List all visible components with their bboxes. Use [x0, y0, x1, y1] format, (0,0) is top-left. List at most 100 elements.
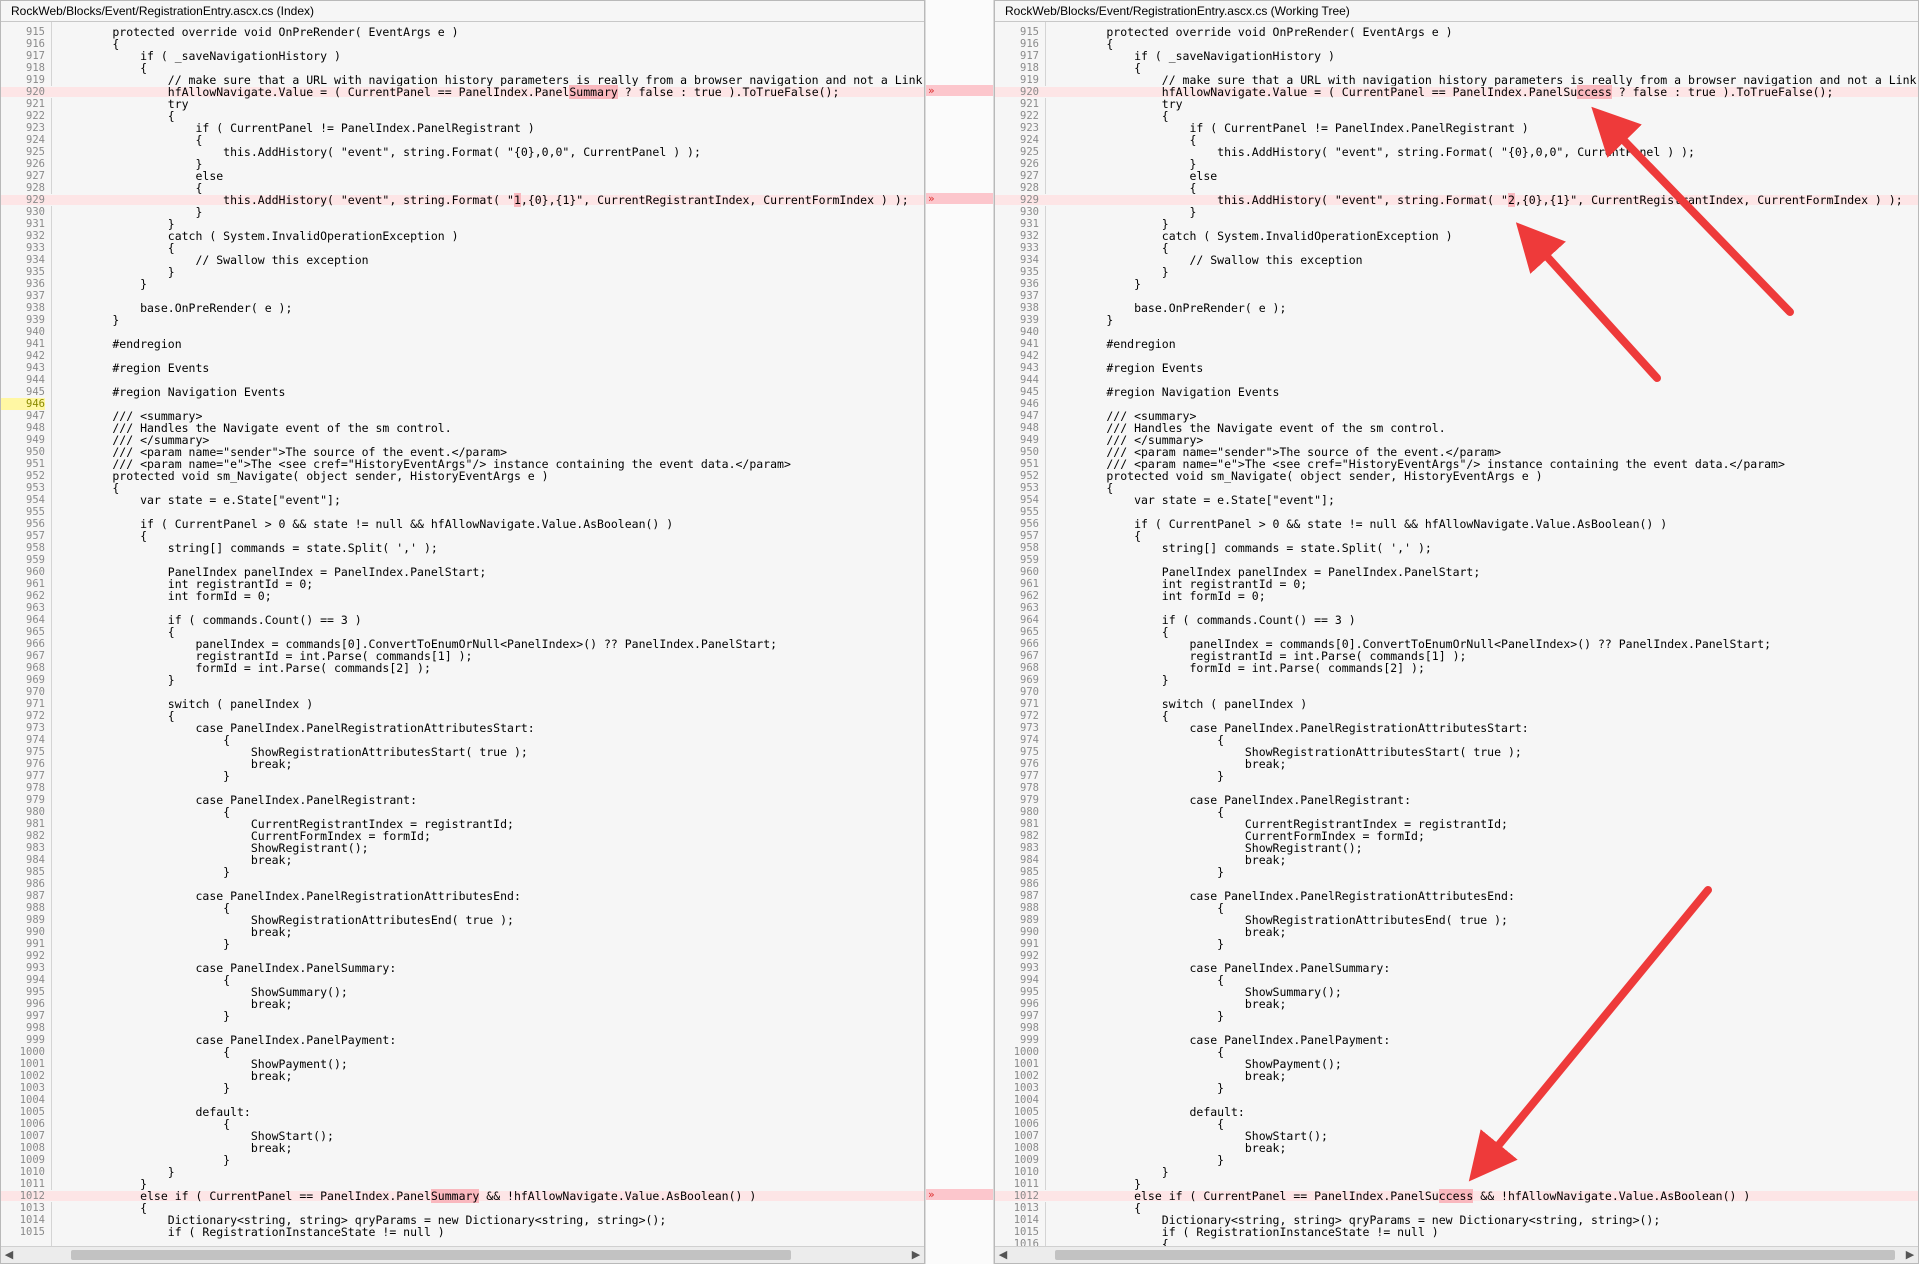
line-number: 935 — [1020, 266, 1039, 278]
line-number: 990 — [26, 926, 45, 938]
line-number: 988 — [26, 902, 45, 914]
line-number: 942 — [26, 350, 45, 362]
line-number: 923 — [1020, 122, 1039, 134]
code-text: #region Navigation Events — [1051, 385, 1280, 399]
code-line: 943 #region Events — [995, 362, 1918, 374]
line-number: 963 — [1020, 602, 1039, 614]
line-number: 945 — [26, 386, 45, 398]
line-number: 921 — [1020, 98, 1039, 110]
line-number: 988 — [1020, 902, 1039, 914]
scrollbar-thumb[interactable] — [1055, 1250, 1895, 1260]
line-number: 923 — [26, 122, 45, 134]
line-number: 940 — [26, 326, 45, 338]
code-text: } — [1051, 769, 1225, 783]
code-text: string[] commands = state.Split( ',' ); — [1051, 541, 1432, 555]
line-number: 930 — [1020, 206, 1039, 218]
line-number: 958 — [26, 542, 45, 554]
line-number: 997 — [26, 1010, 45, 1022]
line-number: 954 — [26, 494, 45, 506]
line-number: 981 — [26, 818, 45, 830]
horizontal-scrollbar-left[interactable]: ◀ ▶ — [1, 1246, 924, 1263]
scrollbar-thumb[interactable] — [71, 1250, 791, 1260]
code-text: #endregion — [57, 337, 182, 351]
code-line: 962 int formId = 0; — [1, 590, 924, 602]
line-number: 994 — [1020, 974, 1039, 986]
line-number: 999 — [1020, 1034, 1039, 1046]
code-line: 941 #endregion — [1, 338, 924, 350]
line-number: 1001 — [1013, 1058, 1039, 1070]
line-number: 915 — [1020, 26, 1039, 38]
line-number: 936 — [1020, 278, 1039, 290]
code-text: if ( CurrentPanel > 0 && state != null &… — [1051, 517, 1668, 531]
line-number: 971 — [1020, 698, 1039, 710]
line-number: 1012 — [19, 1190, 45, 1202]
code-line: 943 #region Events — [1, 362, 924, 374]
line-number: 950 — [26, 446, 45, 458]
chevron-right-icon[interactable]: ▶ — [1902, 1247, 1918, 1263]
line-number: 1000 — [19, 1046, 45, 1058]
diff-pane-right[interactable]: RockWeb/Blocks/Event/RegistrationEntry.a… — [994, 0, 1919, 1264]
line-number: 959 — [26, 554, 45, 566]
line-number: 925 — [1020, 146, 1039, 158]
line-number: 979 — [26, 794, 45, 806]
line-number: 1002 — [19, 1070, 45, 1082]
diff-pane-left[interactable]: RockWeb/Blocks/Event/RegistrationEntry.a… — [0, 0, 925, 1264]
line-number: 948 — [26, 422, 45, 434]
code-view-right[interactable]: 915 protected override void OnPreRender(… — [995, 22, 1918, 1247]
chevron-right-icon[interactable]: ▶ — [908, 1247, 924, 1263]
line-number: 1005 — [19, 1106, 45, 1118]
line-number: 967 — [26, 650, 45, 662]
line-number: 973 — [26, 722, 45, 734]
line-number: 987 — [26, 890, 45, 902]
double-chevron-right-icon[interactable]: » — [926, 85, 993, 96]
line-number: 987 — [1020, 890, 1039, 902]
line-number: 938 — [1020, 302, 1039, 314]
line-number: 1005 — [1013, 1106, 1039, 1118]
line-number: 989 — [26, 914, 45, 926]
line-number: 952 — [1020, 470, 1039, 482]
line-number: 957 — [1020, 530, 1039, 542]
code-line: 1003 } — [995, 1082, 1918, 1094]
code-text: } — [1051, 937, 1225, 951]
line-number: 922 — [26, 110, 45, 122]
line-number: 972 — [26, 710, 45, 722]
line-number: 918 — [1020, 62, 1039, 74]
line-number: 926 — [1020, 158, 1039, 170]
code-line: 958 string[] commands = state.Split( ','… — [995, 542, 1918, 554]
line-number: 971 — [26, 698, 45, 710]
chevron-left-icon[interactable]: ◀ — [995, 1247, 1011, 1263]
code-text: } — [57, 1009, 231, 1023]
code-line: 945 #region Navigation Events — [995, 386, 1918, 398]
chevron-left-icon[interactable]: ◀ — [1, 1247, 17, 1263]
line-number: 931 — [1020, 218, 1039, 230]
line-number: 989 — [1020, 914, 1039, 926]
double-chevron-right-icon[interactable]: » — [926, 1189, 993, 1200]
line-number: 919 — [26, 74, 45, 86]
line-number: 966 — [26, 638, 45, 650]
line-number: 982 — [1020, 830, 1039, 842]
line-number: 924 — [26, 134, 45, 146]
line-number: 951 — [26, 458, 45, 470]
horizontal-scrollbar-right[interactable]: ◀ ▶ — [995, 1246, 1918, 1263]
line-number: 955 — [1020, 506, 1039, 518]
changed-text-highlight: Summary — [569, 85, 618, 99]
code-text: } — [1051, 1009, 1225, 1023]
code-line: 997 } — [1, 1010, 924, 1022]
line-number: 996 — [26, 998, 45, 1010]
line-number: 991 — [1020, 938, 1039, 950]
code-line: 952 protected void sm_Navigate( object s… — [995, 470, 1918, 482]
code-text: #region Events — [1051, 361, 1204, 375]
line-number: 920 — [1020, 86, 1039, 98]
double-chevron-right-icon[interactable]: » — [926, 193, 993, 204]
line-number: 931 — [26, 218, 45, 230]
line-number: 1006 — [1013, 1118, 1039, 1130]
line-number: 936 — [26, 278, 45, 290]
line-number: 1015 — [19, 1226, 45, 1238]
code-text: } — [1051, 277, 1142, 291]
code-line: 977 } — [1, 770, 924, 782]
line-number: 964 — [26, 614, 45, 626]
code-view-left[interactable]: 915 protected override void OnPreRender(… — [1, 22, 924, 1247]
code-line: 938 base.OnPreRender( e ); — [995, 302, 1918, 314]
line-number: 917 — [26, 50, 45, 62]
line-number: 961 — [1020, 578, 1039, 590]
